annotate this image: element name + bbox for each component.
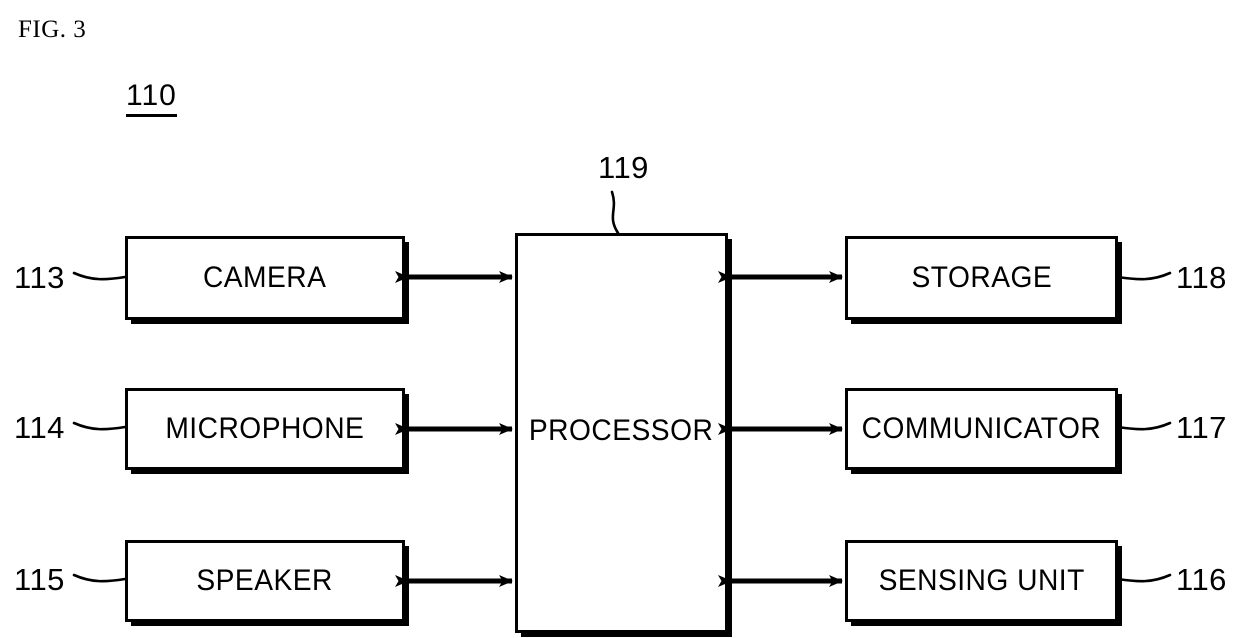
figure-caption: FIG. 3 bbox=[18, 16, 87, 43]
ref-number-116: 116 bbox=[1176, 562, 1227, 597]
block-camera-label: CAMERA bbox=[203, 261, 327, 294]
leader-119 bbox=[610, 190, 620, 235]
block-storage-label: STORAGE bbox=[911, 261, 1052, 294]
leader-116 bbox=[1116, 573, 1172, 583]
block-processor: PROCESSOR bbox=[515, 233, 728, 633]
ref-number-118: 118 bbox=[1176, 260, 1227, 295]
block-communicator: COMMUNICATOR bbox=[845, 388, 1118, 470]
block-processor-label: PROCESSOR bbox=[529, 414, 714, 447]
block-storage: STORAGE bbox=[845, 236, 1118, 320]
leader-113 bbox=[72, 271, 127, 281]
assembly-reference-number: 110 bbox=[126, 80, 177, 117]
block-speaker: SPEAKER bbox=[125, 540, 405, 622]
ref-number-113: 113 bbox=[14, 260, 65, 295]
block-sensing-unit: SENSING UNIT bbox=[845, 540, 1118, 622]
block-speaker-label: SPEAKER bbox=[196, 564, 334, 597]
block-microphone: MICROPHONE bbox=[125, 388, 405, 470]
block-microphone-label: MICROPHONE bbox=[165, 412, 365, 445]
leader-114 bbox=[72, 421, 127, 431]
leader-117 bbox=[1116, 421, 1172, 431]
block-sensing-unit-label: SENSING UNIT bbox=[878, 564, 1085, 597]
leader-115 bbox=[72, 573, 127, 583]
ref-number-117: 117 bbox=[1176, 410, 1227, 445]
ref-number-115: 115 bbox=[14, 562, 65, 597]
block-communicator-label: COMMUNICATOR bbox=[861, 412, 1102, 445]
block-camera: CAMERA bbox=[125, 236, 405, 320]
ref-number-119: 119 bbox=[598, 150, 649, 185]
patent-figure: FIG. 3 110 CAMERA MICROPHONE SPEAKER PRO… bbox=[0, 0, 1240, 638]
ref-number-114: 114 bbox=[14, 410, 65, 445]
leader-118 bbox=[1116, 271, 1172, 281]
